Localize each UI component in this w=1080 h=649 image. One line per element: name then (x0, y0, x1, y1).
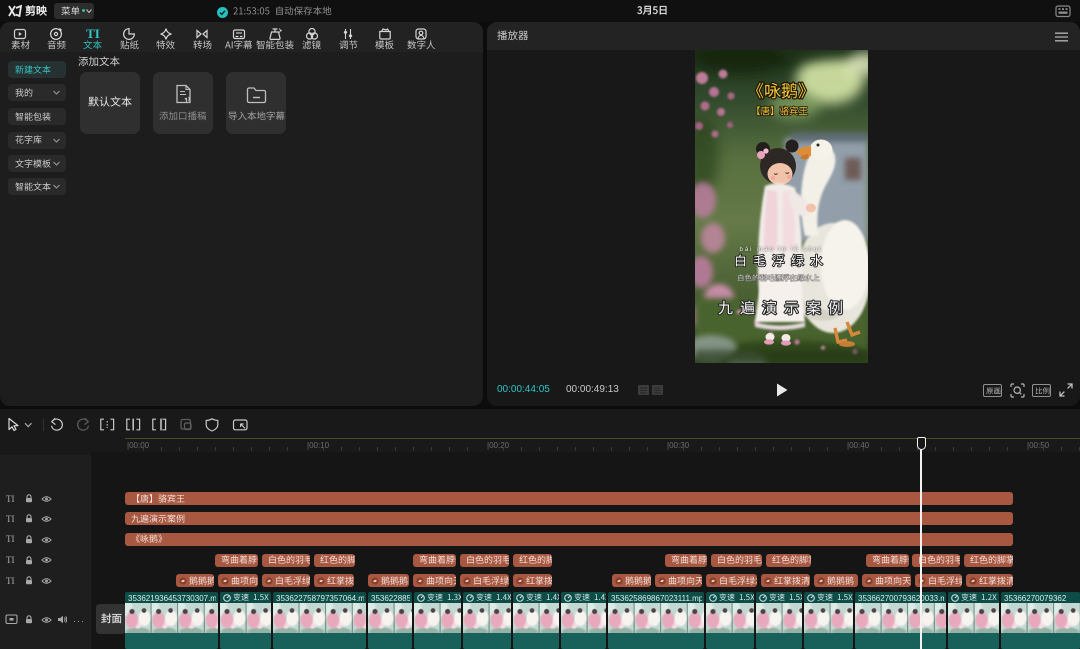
svg-text:|00:30: |00:30 (667, 441, 690, 450)
svg-text:|00:00: |00:00 (127, 441, 150, 450)
svg-text:|00:40: |00:40 (847, 441, 870, 450)
svg-text:|00:20: |00:20 (487, 441, 510, 450)
svg-text:|00:10: |00:10 (307, 441, 330, 450)
svg-text:|00:50: |00:50 (1027, 441, 1050, 450)
